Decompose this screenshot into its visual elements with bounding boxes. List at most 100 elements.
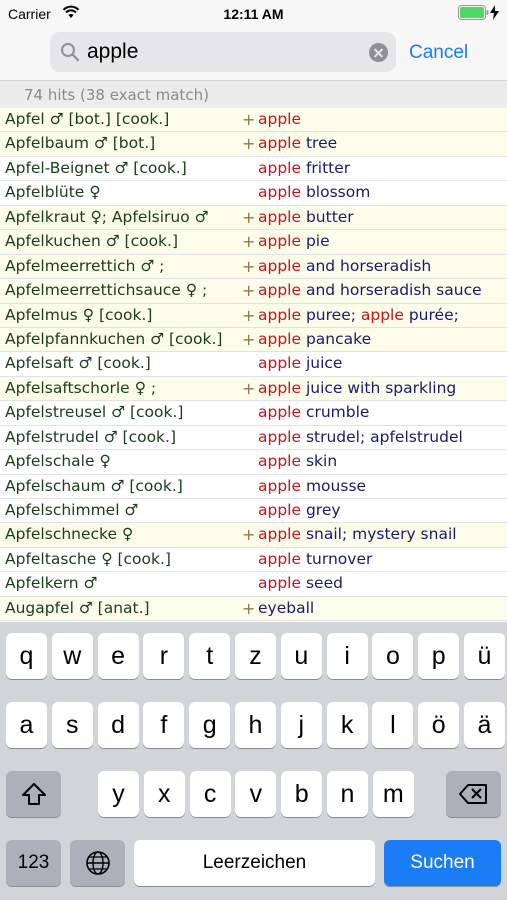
list-item[interactable]: Apfelkraut ♀; Apfelsiruo ♂ + apple butter <box>0 205 507 231</box>
list-item[interactable]: Apfelsaft ♂ [cook.] apple juice <box>0 352 507 377</box>
key-p[interactable]: p <box>418 633 460 679</box>
list-item[interactable]: Apfelblüte ♀ apple blossom <box>0 181 507 206</box>
search-field[interactable]: apple <box>50 32 396 72</box>
clear-icon[interactable] <box>369 43 388 62</box>
key-i[interactable]: i <box>326 633 368 679</box>
list-item[interactable]: Augapfel ♂ [anat.] + eyeball <box>0 596 507 622</box>
list-item[interactable]: Apfelmeerrettich ♂ ; + apple and horseradi… <box>0 254 507 280</box>
plus-icon[interactable]: + <box>242 523 255 546</box>
plus-icon[interactable]: + <box>242 597 255 620</box>
key-r[interactable]: r <box>143 633 185 679</box>
key-z[interactable]: z <box>235 633 276 679</box>
search-key[interactable]: Suchen <box>384 840 501 886</box>
english-translation: apple juice with sparkling <box>258 377 456 400</box>
key-t[interactable]: t <box>189 633 231 679</box>
key-h[interactable]: h <box>235 702 276 748</box>
german-term: Apfelschale ♀ <box>5 452 111 471</box>
english-translation: apple pancake <box>258 328 371 351</box>
key-v[interactable]: v <box>235 771 277 817</box>
list-item[interactable]: Apfelsaftschorle ♀ ; + apple juice with sp… <box>0 376 507 402</box>
german-term: Apfeltasche ♀ [cook.] <box>5 549 171 568</box>
key-ö[interactable]: ö <box>418 702 460 748</box>
key-ä[interactable]: ä <box>464 702 505 748</box>
key-y[interactable]: y <box>98 771 139 817</box>
space-key[interactable]: Leerzeichen <box>134 840 375 886</box>
key-u[interactable]: u <box>280 633 322 679</box>
translation-text: purée; <box>403 305 459 324</box>
delete-icon <box>458 783 489 811</box>
shift-icon <box>21 783 47 812</box>
list-item[interactable]: Apfelstreusel ♂ [cook.] apple crumble <box>0 401 507 426</box>
hits-count: 74 hits (38 exact match) <box>0 80 507 108</box>
translation-text: blossom <box>301 183 371 202</box>
translation-text: fritter <box>301 158 351 177</box>
list-item[interactable]: Apfelschimmel ♂ apple grey <box>0 499 507 524</box>
plus-icon[interactable]: + <box>242 206 255 229</box>
german-term: Apfelmeerrettichsauce ♀ ; <box>5 281 208 300</box>
match-highlight: apple <box>258 158 302 177</box>
search-input[interactable]: apple <box>87 40 138 64</box>
match-highlight: apple <box>258 525 302 544</box>
list-item[interactable]: Apfeltasche ♀ [cook.] apple turnover <box>0 548 507 573</box>
german-term: Apfelschaum ♂ [cook.] <box>5 476 183 495</box>
key-g[interactable]: g <box>189 702 231 748</box>
delete-key[interactable] <box>446 771 501 817</box>
key-k[interactable]: k <box>326 702 368 748</box>
german-term: Apfelstrudel ♂ [cook.] <box>5 427 177 446</box>
list-item[interactable]: Apfel-Beignet ♂ [cook.] apple fritter <box>0 157 507 182</box>
german-term: Augapfel ♂ [anat.] <box>5 598 150 617</box>
list-item[interactable]: Apfelkern ♂ apple seed <box>0 572 507 597</box>
list-item[interactable]: Apfelbaum ♂ [bot.] + apple tree <box>0 132 507 157</box>
clock: 12:11 AM <box>223 6 284 22</box>
translation-text: puree; <box>301 305 361 324</box>
key-a[interactable]: a <box>6 702 47 748</box>
globe-key[interactable] <box>70 840 125 886</box>
plus-icon[interactable]: + <box>242 255 255 278</box>
key-b[interactable]: b <box>281 771 323 817</box>
plus-icon[interactable]: + <box>242 132 255 155</box>
key-e[interactable]: e <box>97 633 139 679</box>
key-c[interactable]: c <box>189 771 231 817</box>
cancel-button[interactable]: Cancel <box>409 42 468 64</box>
shift-key[interactable] <box>6 771 61 817</box>
list-item[interactable]: Apfelschnecke ♀ + apple snail; mystery sna… <box>0 523 507 548</box>
key-l[interactable]: l <box>372 702 414 748</box>
key-d[interactable]: d <box>97 702 139 748</box>
plus-icon[interactable]: + <box>242 108 255 131</box>
charging-icon <box>490 5 499 23</box>
list-item[interactable]: Apfelkuchen ♂ [cook.] + apple pie <box>0 230 507 255</box>
list-item[interactable]: Apfelschale ♀ apple skin <box>0 450 507 475</box>
plus-icon[interactable]: + <box>242 279 255 302</box>
results-list: Apfel ♂ [bot.] [cook.] + apple Apfelbaum ♂ … <box>0 108 507 622</box>
english-translation: apple mousse <box>258 475 366 498</box>
list-item[interactable]: Apfelpfannkuchen ♂ [cook.] + apple pancake <box>0 327 507 353</box>
key-s[interactable]: s <box>51 702 93 748</box>
key-m[interactable]: m <box>372 771 414 817</box>
translation-text: grey <box>301 501 341 519</box>
list-item[interactable]: Apfelmeerrettichsauce ♀ ; + apple and hors… <box>0 279 507 304</box>
key-x[interactable]: x <box>143 771 185 817</box>
german-term: Apfelstreusel ♂ [cook.] <box>5 403 184 422</box>
numbers-key[interactable]: 123 <box>6 840 61 886</box>
plus-icon[interactable]: + <box>242 377 255 400</box>
english-translation: apple tree <box>258 132 337 155</box>
english-translation: eyeball <box>258 597 314 620</box>
match-highlight: apple <box>258 110 302 128</box>
english-translation: apple grey <box>258 499 341 522</box>
list-item[interactable]: Apfel ♂ [bot.] [cook.] + apple <box>0 108 507 133</box>
key-q[interactable]: q <box>6 633 47 679</box>
plus-icon[interactable]: + <box>242 304 255 327</box>
list-item[interactable]: Apfelstrudel ♂ [cook.] apple strudel; apf… <box>0 426 507 451</box>
list-item[interactable]: Apfelschaum ♂ [cook.] apple mousse <box>0 475 507 499</box>
key-o[interactable]: o <box>372 633 414 679</box>
list-item[interactable]: Apfelmus ♀ [cook.] + apple puree; apple pu… <box>0 303 507 328</box>
key-f[interactable]: f <box>143 702 185 748</box>
plus-icon[interactable]: + <box>242 230 255 253</box>
key-w[interactable]: w <box>51 633 93 679</box>
plus-icon[interactable]: + <box>242 328 255 351</box>
key-j[interactable]: j <box>280 702 322 748</box>
translation-text: butter <box>301 207 354 226</box>
key-ü[interactable]: ü <box>464 633 505 679</box>
key-n[interactable]: n <box>327 771 368 817</box>
english-translation: apple blossom <box>258 181 370 204</box>
